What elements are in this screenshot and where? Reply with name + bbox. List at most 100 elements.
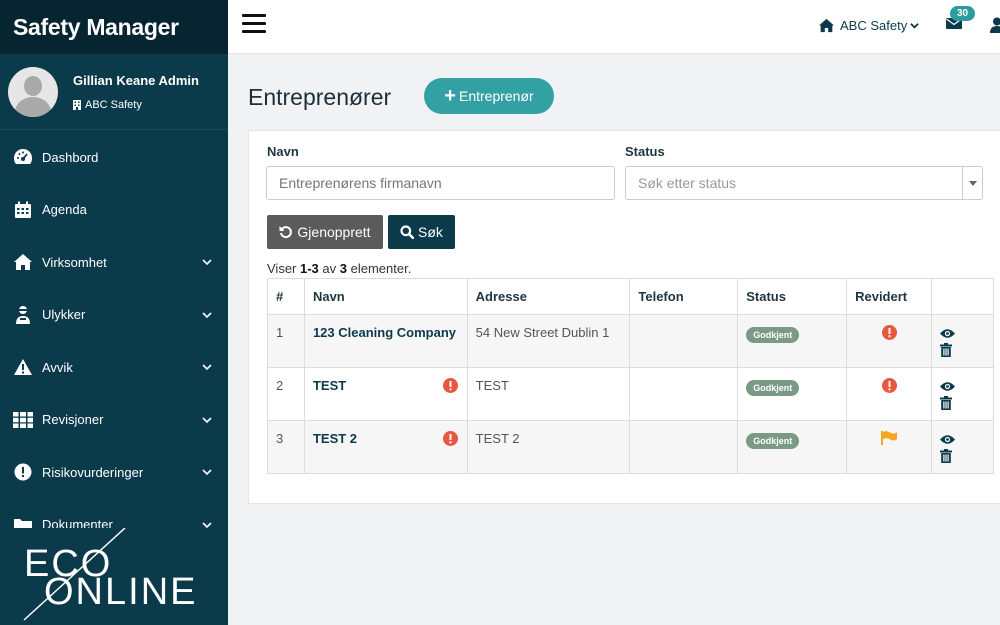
- chevron-down-icon: [910, 23, 919, 29]
- contractor-name-cell: TEST: [303, 367, 468, 421]
- sidebar-item-virksomhet[interactable]: Virksomhet: [0, 236, 228, 289]
- warning-icon: [14, 359, 32, 376]
- delete-button[interactable]: [940, 449, 953, 463]
- contractor-phone: [629, 314, 739, 368]
- results-summary: Viser 1-3 av 3 elementer.: [267, 261, 412, 276]
- contractor-name-link[interactable]: TEST 2: [313, 431, 357, 446]
- contractor-name-link[interactable]: TEST: [313, 378, 346, 393]
- sidebar-item-revisjoner[interactable]: Revisjoner: [0, 394, 228, 447]
- column-header-address[interactable]: Adresse: [466, 278, 631, 315]
- name-filter-input[interactable]: [266, 166, 615, 200]
- home-icon: [819, 18, 834, 33]
- grid-icon: [13, 411, 33, 428]
- sidebar-item-agenda[interactable]: Agenda: [0, 184, 228, 237]
- column-header-actions: [931, 278, 994, 315]
- user-profile[interactable]: Gillian Keane Admin ABC Safety: [0, 54, 228, 130]
- view-button[interactable]: [940, 433, 956, 447]
- user-menu-button[interactable]: [990, 17, 1000, 38]
- column-header-revised[interactable]: Revidert: [846, 278, 933, 315]
- dropdown-toggle[interactable]: [962, 167, 982, 199]
- alert-icon: [881, 378, 897, 393]
- row-actions: [931, 314, 994, 368]
- building-icon: [73, 99, 81, 110]
- status-badge: Godkjent: [746, 433, 800, 449]
- contractor-status: Godkjent: [737, 314, 848, 368]
- contractor-name-link[interactable]: 123 Cleaning Company: [303, 314, 468, 368]
- sidebar-item-avvik[interactable]: Avvik: [0, 341, 228, 394]
- contractor-address: TEST: [466, 367, 631, 421]
- table-row: 1 123 Cleaning Company 54 New Street Dub…: [267, 314, 994, 368]
- dashboard-icon: [14, 149, 32, 165]
- org-switcher[interactable]: ABC Safety: [818, 18, 924, 33]
- view-button[interactable]: [940, 327, 956, 341]
- profile-org: ABC Safety: [85, 98, 142, 111]
- logo-text-bottom: ONLINE: [44, 571, 197, 613]
- table-row: 3 TEST 2 TEST 2 Godkjent: [267, 420, 994, 474]
- column-header-index[interactable]: #: [267, 278, 305, 315]
- sidebar-item-ulykker[interactable]: Ulykker: [0, 289, 228, 342]
- alert-icon: [442, 378, 458, 393]
- plus-icon: +: [444, 85, 456, 107]
- row-index: 3: [267, 420, 305, 474]
- search-icon: [400, 225, 415, 239]
- page-title: Entreprenører: [248, 84, 392, 110]
- calendar-icon: [15, 201, 31, 218]
- flag-icon: [880, 431, 897, 445]
- delete-button[interactable]: [940, 343, 953, 357]
- revised-cell: [846, 367, 933, 421]
- view-button[interactable]: [940, 380, 956, 394]
- undo-icon: [279, 226, 293, 239]
- avatar: [8, 66, 58, 117]
- sidebar-item-risikovurderinger[interactable]: Risikovurderinger: [0, 446, 228, 499]
- row-index: 2: [267, 367, 305, 421]
- contractor-address: 54 New Street Dublin 1: [466, 314, 631, 368]
- home-icon: [14, 254, 32, 271]
- chevron-down-icon: [202, 417, 212, 423]
- ecoonline-logo: ECO ONLINE: [0, 527, 228, 625]
- chevron-down-icon: [202, 364, 212, 371]
- search-button[interactable]: Søk: [388, 215, 455, 249]
- profile-name: Gillian Keane Admin: [73, 72, 199, 88]
- eye-icon: [940, 329, 956, 338]
- chevron-down-icon: [202, 469, 212, 476]
- trash-icon: [940, 343, 953, 357]
- status-badge: Godkjent: [746, 380, 800, 396]
- contractor-name-cell: TEST 2: [303, 420, 468, 474]
- column-header-name[interactable]: Navn: [303, 278, 468, 315]
- sidebar-nav: Dashbord Agenda Virksomhet Ulykker Avvik…: [0, 130, 228, 551]
- add-contractor-label: Entreprenør: [458, 88, 534, 104]
- delete-button[interactable]: [940, 396, 953, 410]
- status-filter-select[interactable]: Søk etter status: [625, 166, 983, 200]
- contractors-table: # Navn Adresse Telefon Status Revidert 1…: [267, 278, 994, 474]
- contractor-status: Godkjent: [737, 367, 848, 421]
- contractor-phone: [629, 420, 739, 474]
- table-header-row: # Navn Adresse Telefon Status Revidert: [267, 278, 994, 315]
- user-icon: [990, 17, 1000, 33]
- trash-icon: [940, 396, 953, 410]
- status-filter-label: Status: [625, 144, 665, 159]
- row-index: 1: [267, 314, 305, 368]
- org-switcher-label: ABC Safety: [840, 18, 908, 33]
- menu-toggle-button[interactable]: [242, 14, 266, 36]
- revised-cell: [846, 420, 933, 474]
- revised-cell: [846, 314, 933, 368]
- messages-badge: 30: [950, 6, 976, 21]
- eye-icon: [940, 435, 956, 444]
- injured-person-icon: [16, 305, 30, 324]
- status-badge: Godkjent: [746, 327, 800, 343]
- app-title[interactable]: Safety Manager: [0, 0, 228, 54]
- name-filter-label: Navn: [267, 144, 299, 159]
- alert-icon: [881, 325, 897, 340]
- row-actions: [931, 420, 994, 474]
- reset-button[interactable]: Gjenopprett: [267, 215, 383, 249]
- column-header-status[interactable]: Status: [737, 278, 848, 315]
- column-header-phone[interactable]: Telefon: [629, 278, 739, 315]
- status-filter-placeholder: Søk etter status: [638, 175, 737, 191]
- topbar: ABC Safety 30: [228, 0, 1000, 54]
- contractor-status: Godkjent: [737, 420, 848, 474]
- alert-icon: [442, 431, 458, 446]
- caret-down-icon: [968, 180, 977, 186]
- sidebar-item-dashbord[interactable]: Dashbord: [0, 131, 228, 184]
- add-contractor-button[interactable]: + Entreprenør: [424, 78, 554, 114]
- chevron-down-icon: [202, 312, 212, 318]
